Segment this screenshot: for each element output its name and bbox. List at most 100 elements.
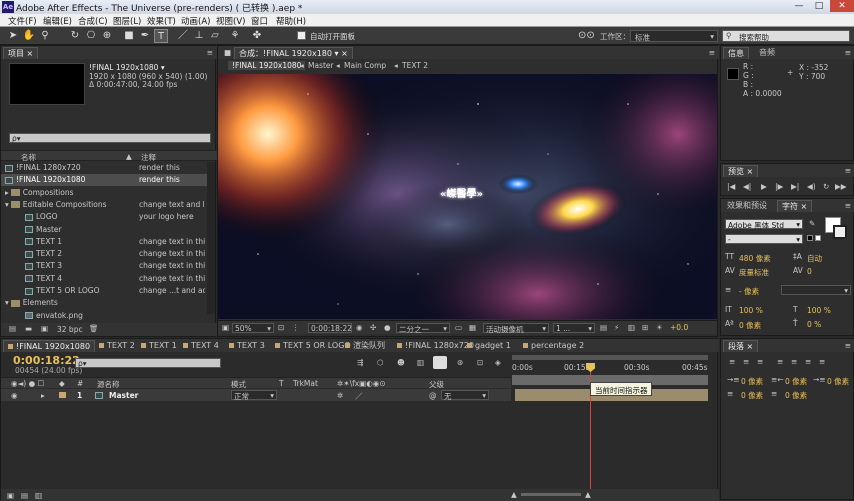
expand-triangle-icon[interactable]: ▸ <box>41 391 45 400</box>
eraser-tool-icon[interactable]: ▱ <box>208 29 222 43</box>
timeline-icon[interactable]: ▥ <box>628 323 635 332</box>
transparency-grid-icon[interactable]: ▦ <box>469 323 476 332</box>
text-tool-icon[interactable]: T <box>154 29 168 43</box>
interpret-footage-icon[interactable]: ▤ <box>9 324 16 333</box>
zoom-in-icon[interactable]: ▲ <box>585 490 591 499</box>
auto-open-checkbox[interactable] <box>297 31 306 40</box>
timeline-tab[interactable]: TEXT 1 <box>137 340 181 352</box>
project-scrollbar[interactable] <box>207 162 215 314</box>
panel-menu-icon[interactable]: ≡ <box>709 48 715 57</box>
selection-tool-icon[interactable]: ➤ <box>6 29 20 43</box>
new-comp-icon[interactable]: ▣ <box>41 324 48 333</box>
last-frame-button[interactable]: ▶| <box>791 182 799 191</box>
always-preview-icon[interactable]: ▣ <box>222 323 229 332</box>
vr-glasses-icon[interactable]: ⊙⊙ <box>578 29 595 43</box>
panel-menu-icon[interactable]: ≡ <box>207 48 213 57</box>
stroke-order-dropdown[interactable]: ▾ <box>781 285 851 295</box>
rectangle-tool-icon[interactable]: ■ <box>122 29 136 43</box>
toggle-pixel-aspect-icon[interactable]: ▤ <box>600 323 607 332</box>
camera-view-dropdown[interactable]: 活动摄像机 ▾ <box>483 323 549 334</box>
horizontal-scale-value[interactable]: 100 % <box>807 306 831 315</box>
list-item[interactable]: Master <box>1 224 207 236</box>
safe-zones-icon[interactable]: ⊡ <box>278 323 284 332</box>
pickwhip-icon[interactable]: @ <box>429 391 437 400</box>
lock-icon[interactable]: ■ <box>224 48 231 57</box>
breadcrumb-item[interactable]: !FINAL 1920x1080 <box>228 61 306 70</box>
camera-tool-icon[interactable]: ⎔ <box>84 29 98 43</box>
list-item[interactable]: ▸ Compositions <box>1 187 207 199</box>
brainstorm-icon[interactable]: ⊛ <box>457 358 463 367</box>
composition-viewer[interactable]: «嵥醫學» <box>218 74 717 319</box>
quality-icon[interactable]: ／ <box>355 391 363 402</box>
list-item[interactable]: !FINAL 1280x720 render this <box>1 162 207 174</box>
selected-comp-name[interactable]: !FINAL 1920x1080 ▾ <box>89 63 165 72</box>
space-before-value[interactable]: 0 像素 <box>741 390 763 401</box>
indent-right-value[interactable]: 0 像素 <box>785 376 807 387</box>
leading-value[interactable]: 自动 <box>807 253 822 264</box>
tab-info[interactable]: 信息 <box>723 47 749 59</box>
current-time-field[interactable]: 0:00:18:22 <box>308 323 352 333</box>
menu-window[interactable]: 窗口 <box>251 15 268 27</box>
justify-right-icon[interactable]: ≡ <box>805 357 811 366</box>
resolution-dropdown[interactable]: 二分之一 ▾ <box>396 323 450 334</box>
snapshot-icon[interactable]: ◉ <box>356 323 363 332</box>
fast-previews-icon[interactable]: ⚡ <box>614 323 619 332</box>
timeline-tab[interactable]: !FINAL 1920x1080 <box>3 340 96 352</box>
tab-audio[interactable]: 音频 <box>755 47 779 59</box>
view-layout-dropdown[interactable]: 1 ... ▾ <box>553 323 595 333</box>
panel-menu-icon[interactable]: ≡ <box>845 201 851 210</box>
toggle-modes-icon[interactable]: ▤ <box>21 491 28 500</box>
align-right-icon[interactable]: ≡ <box>757 357 763 366</box>
hide-shy-layers-icon[interactable]: ☻ <box>397 358 405 367</box>
list-item[interactable]: TEXT 3 change text in this c <box>1 260 207 272</box>
tab-project[interactable]: 项目 × <box>3 47 39 59</box>
align-left-icon[interactable]: ≡ <box>729 357 735 366</box>
next-frame-button[interactable]: |▶ <box>775 182 783 191</box>
menu-edit[interactable]: 编辑(E) <box>43 15 72 27</box>
menu-composition[interactable]: 合成(C) <box>78 15 108 27</box>
visibility-icon[interactable]: ◉ <box>11 391 18 400</box>
first-frame-button[interactable]: |◀ <box>727 182 735 191</box>
eyedropper-icon[interactable]: ✎ <box>809 219 815 228</box>
color-channels-icon[interactable]: ● <box>384 323 391 332</box>
kerning-value[interactable]: 度量标准 <box>739 267 769 278</box>
play-button[interactable]: ▶ <box>761 182 767 191</box>
help-search-input[interactable]: ⚲ 搜索帮助 <box>722 30 850 42</box>
timeline-tab[interactable]: TEXT 3 <box>225 340 269 352</box>
list-item[interactable]: TEXT 2 change text in this c <box>1 248 207 260</box>
label-color-swatch[interactable] <box>59 392 66 398</box>
timeline-tab[interactable]: gadget 1 <box>463 340 515 352</box>
black-swatch[interactable] <box>807 235 813 241</box>
exposure-icon[interactable]: ☀ <box>656 323 663 332</box>
list-item[interactable]: TEXT 1 change text in this c <box>1 236 207 248</box>
work-area-bar[interactable] <box>512 355 708 360</box>
list-item[interactable]: LOGO your logo here <box>1 211 207 223</box>
tab-effects-presets[interactable]: 效果和预设 <box>723 200 771 212</box>
menu-view[interactable]: 视图(V) <box>216 15 245 27</box>
list-item[interactable]: TEXT 5 OR LOGO change ...t and adju <box>1 285 207 297</box>
roto-brush-tool-icon[interactable]: ⚘ <box>228 29 242 43</box>
tab-preview[interactable]: 预览 × <box>723 165 759 177</box>
region-of-interest-icon[interactable]: ▭ <box>455 323 462 332</box>
exposure-value[interactable]: +0.0 <box>670 323 688 332</box>
timeline-tab[interactable]: 渲染队列 <box>341 340 389 352</box>
trkmat-header[interactable]: TrkMat <box>293 379 318 388</box>
table-row[interactable]: ◉ ▸ 1 Master ✲ ／ 正常 ▾ @ 无 ▾ <box>1 389 511 401</box>
rotate-tool-icon[interactable]: ↻ <box>68 29 82 43</box>
toggle-switches-icon[interactable]: ▣ <box>7 491 14 500</box>
previous-frame-button[interactable]: ◀| <box>743 182 751 191</box>
panel-menu-icon[interactable]: ≡ <box>845 166 851 175</box>
justify-left-icon[interactable]: ≡ <box>777 357 783 366</box>
minimize-button[interactable]: — <box>790 0 808 12</box>
mute-audio-button[interactable]: ◀) <box>807 182 816 191</box>
pen-tool-icon[interactable]: ✒ <box>138 29 152 43</box>
clone-stamp-tool-icon[interactable]: ⊥ <box>192 29 206 43</box>
stroke-width-value[interactable]: - 像素 <box>739 286 759 297</box>
font-style-dropdown[interactable]: - ▾ <box>725 234 803 244</box>
comp-mini-flowchart-icon[interactable]: ⇶ <box>357 358 363 367</box>
graph-editor-icon[interactable]: ⊡ <box>477 358 483 367</box>
menu-layer[interactable]: 图层(L) <box>113 15 141 27</box>
breadcrumb-item[interactable]: TEXT 2 <box>402 61 428 70</box>
puppet-pin-tool-icon[interactable]: ✤ <box>250 29 264 43</box>
ram-preview-button[interactable]: ▶▶ <box>835 182 847 191</box>
